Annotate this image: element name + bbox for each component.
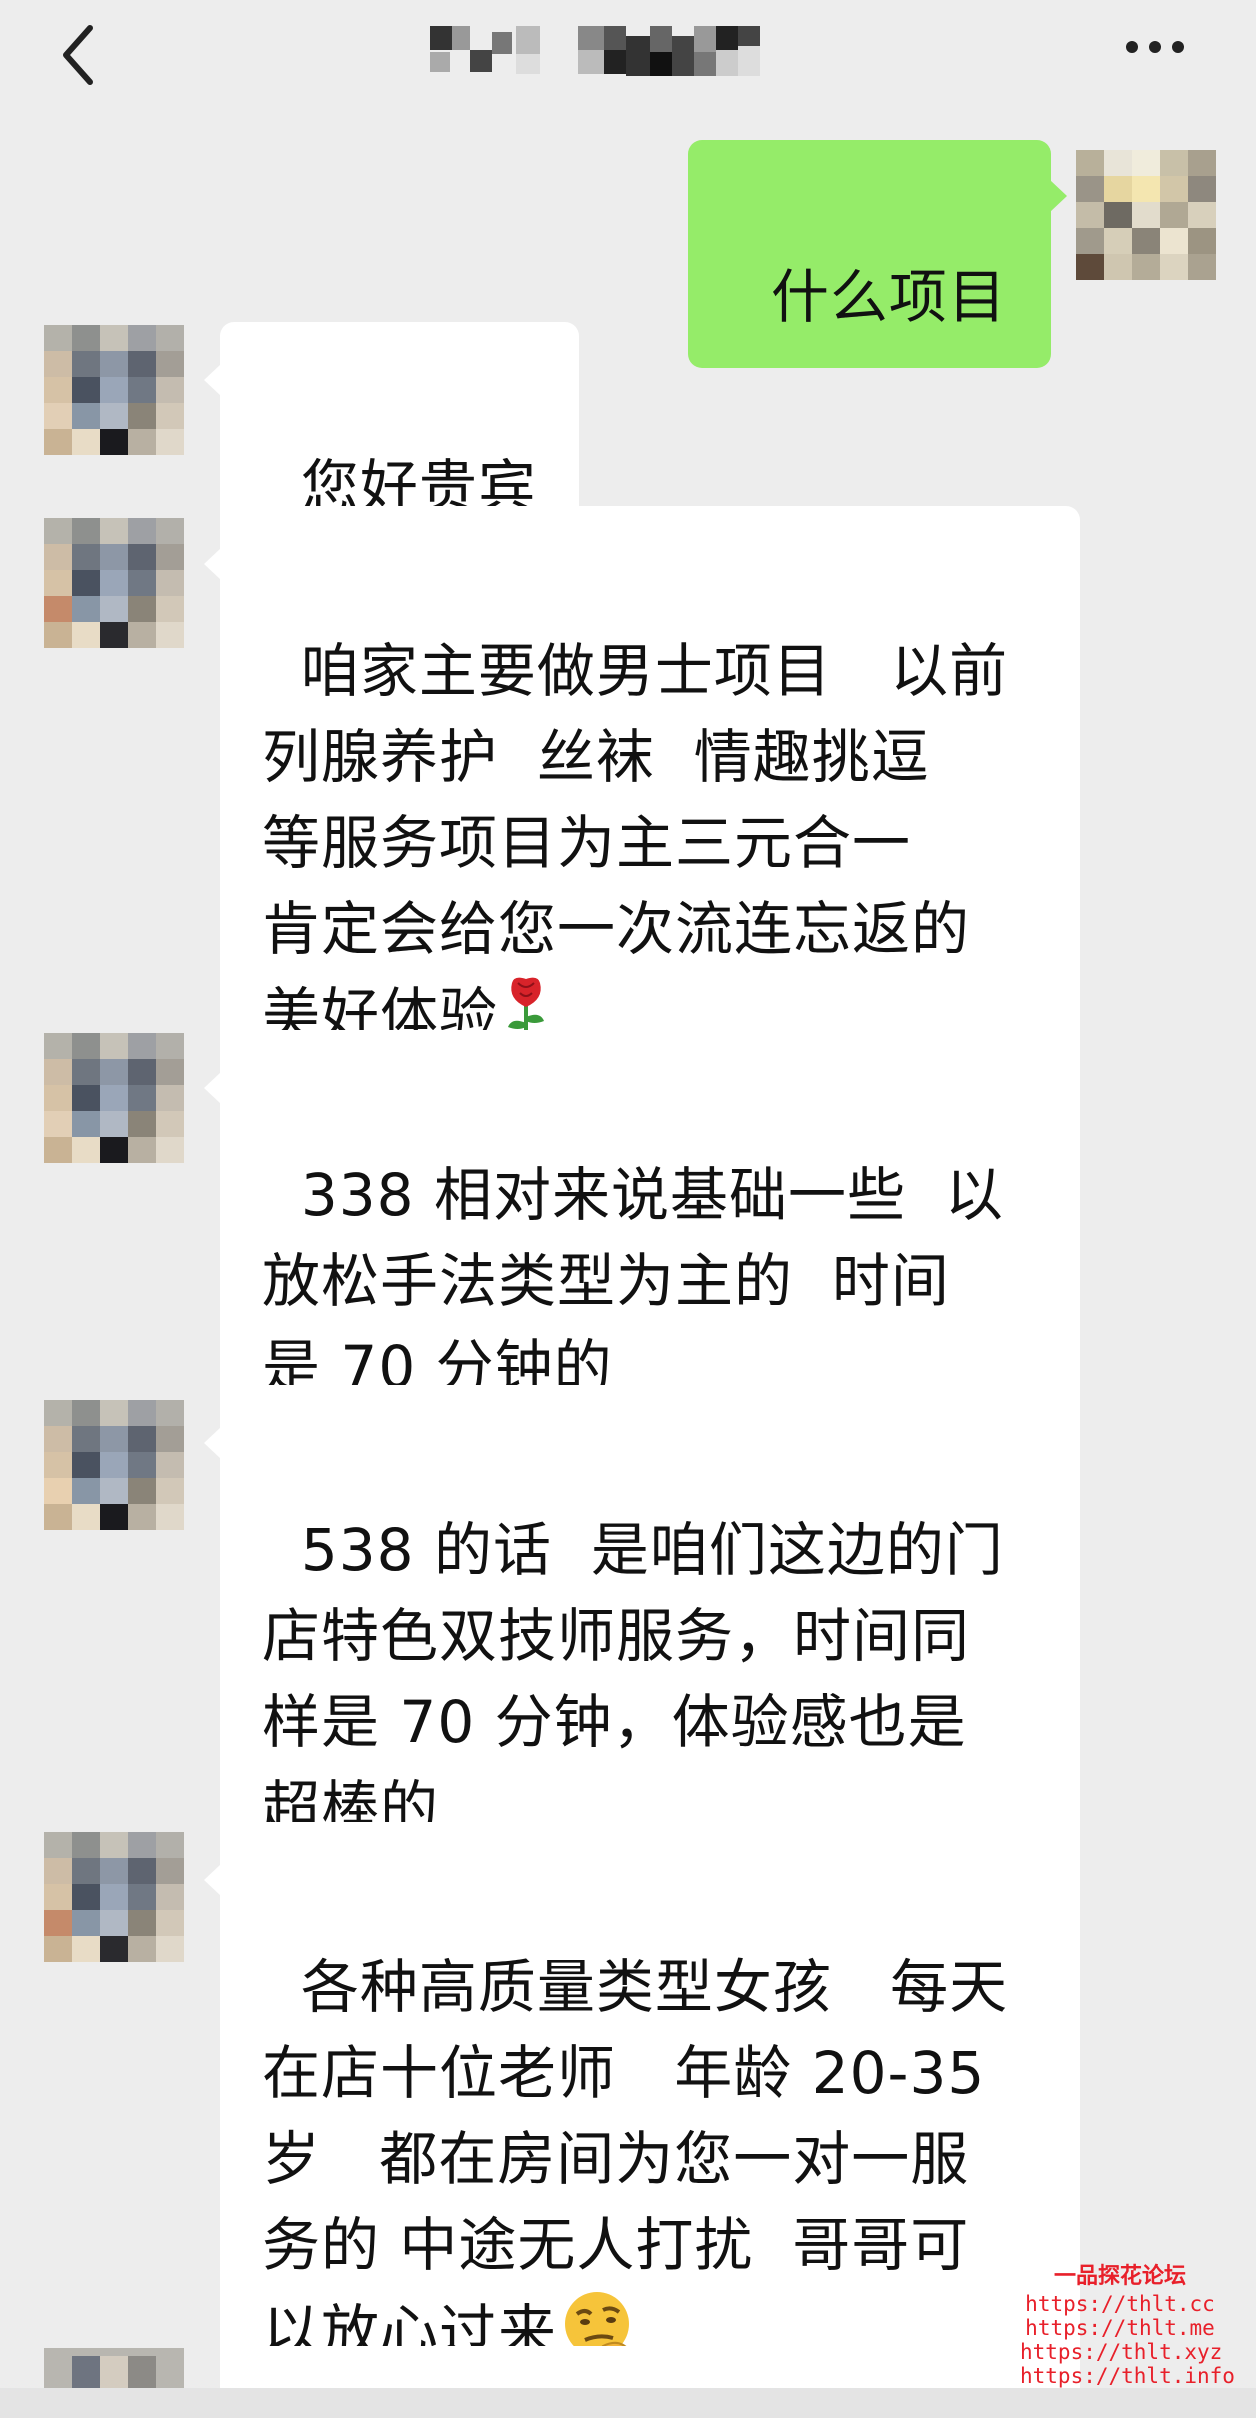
watermark-url: https://thlt.xyz bbox=[1020, 2340, 1223, 2364]
message-text: 咱家主要做男士项目 以前 列腺养护 丝袜 情趣挑逗 等服务项目为主三元合一 肯定… bbox=[262, 637, 1009, 1049]
contact-avatar[interactable] bbox=[44, 325, 184, 455]
my-avatar[interactable] bbox=[1076, 150, 1216, 280]
chat-title-pixelated bbox=[430, 22, 800, 86]
bottom-bar bbox=[0, 2388, 1256, 2418]
contact-avatar[interactable] bbox=[44, 1832, 184, 1962]
more-horizontal-icon[interactable] bbox=[1120, 22, 1190, 72]
watermark-title: 一品探花论坛 bbox=[1053, 2263, 1186, 2289]
watermark-url: https://thlt.info bbox=[1020, 2364, 1235, 2388]
chevron-left-icon[interactable] bbox=[48, 12, 104, 98]
watermark-url: https://thlt.me bbox=[1025, 2316, 1215, 2340]
message-text: 什么项目 bbox=[770, 263, 1007, 331]
message-bubble-received[interactable]: 538 的话 是咱们这边的门 店特色双技师服务，时间同 样是 70 分钟，体验感… bbox=[204, 1385, 1080, 1881]
watermark: 一品探花论坛 https://thlt.cc https://thlt.me h… bbox=[1020, 2263, 1235, 2388]
message-bubble-sent[interactable]: 什么项目 bbox=[688, 140, 1067, 368]
contact-avatar[interactable] bbox=[44, 1400, 184, 1530]
contact-avatar[interactable] bbox=[44, 518, 184, 648]
watermark-url: https://thlt.cc bbox=[1025, 2292, 1215, 2316]
chat-header bbox=[0, 0, 1256, 128]
message-bubble-received[interactable]: 338 相对来说基础一些 以 放松手法类型为主的 时间 是 70 分钟的 bbox=[204, 1030, 1080, 1440]
message-text: 338 相对来说基础一些 以 放松手法类型为主的 时间 是 70 分钟的 bbox=[262, 1161, 1004, 1401]
message-bubble-received[interactable]: 各种高质量类型女孩 每天 在店十位老师 年龄 20-35 岁 都在房间为您一对一… bbox=[204, 1822, 1080, 2415]
contact-avatar[interactable] bbox=[44, 1033, 184, 1163]
message-bubble-received[interactable] bbox=[220, 2346, 1080, 2388]
message-text: 538 的话 是咱们这边的门 店特色双技师服务，时间同 样是 70 分钟，体验感… bbox=[262, 1516, 1004, 1842]
contact-avatar[interactable] bbox=[44, 2348, 184, 2388]
message-bubble-received[interactable]: 咱家主要做男士项目 以前 列腺养护 丝袜 情趣挑逗 等服务项目为主三元合一 肯定… bbox=[204, 506, 1080, 1098]
